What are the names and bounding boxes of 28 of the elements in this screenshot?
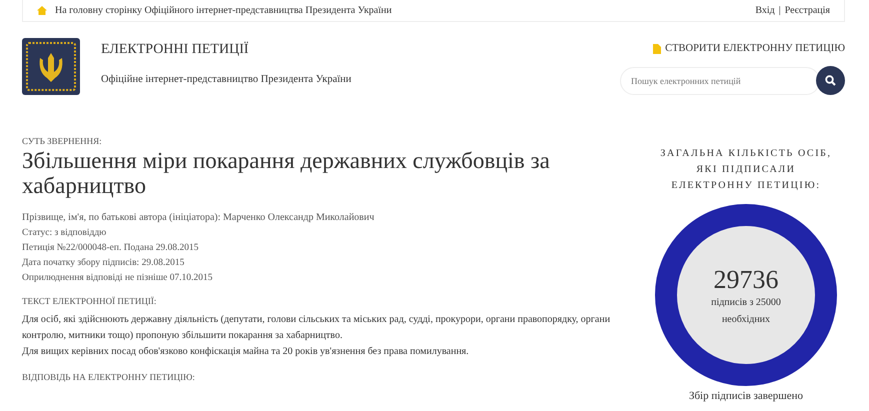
petition-detail: Петиція №22/000048-еп. Подана 29.08.2015 bbox=[22, 242, 200, 254]
site-title: ЕЛЕКТРОННІ ПЕТИЦІЇ bbox=[101, 42, 250, 58]
search-button[interactable] bbox=[816, 66, 845, 95]
petition-text: Для вищих керівних посад обов'язково конфіскація майна та 20 років ув'язнення без права помилування. bbox=[22, 345, 470, 359]
logo-icon bbox=[22, 38, 80, 95]
petition-detail: Статус: з відповіддю bbox=[22, 227, 108, 239]
search-field[interactable]: Пошук електронних петицій bbox=[620, 66, 820, 94]
home-icon bbox=[37, 6, 47, 15]
signature-caption: підписів з 25000 необхідних bbox=[710, 296, 782, 327]
signature-count: 29736 bbox=[714, 266, 778, 294]
site-subtitle: Офіційне інтернет-представництво Президента України bbox=[101, 74, 352, 85]
collection-status: Збір підписів завершено bbox=[688, 390, 804, 402]
petition-text: Для осіб, які здійснюють державну діяльність (депутати, голови сільських та міських рад, судді, прокурори, органи правопорядку, органи контролю, митники тощо) пропоную збільшити покарання за хабарництво. bbox=[22, 313, 612, 343]
search-icon bbox=[825, 75, 836, 86]
petition-detail: Прізвище, ім'я, по батькові автора (ініціатора): Марченко Олександр Миколайович bbox=[22, 212, 376, 224]
home-link[interactable]: На головну сторінку Офіційного інтернет-представництва Президента України bbox=[55, 5, 392, 16]
login-link[interactable]: Вхід bbox=[755, 5, 775, 16]
petition-detail: Дата початку збору підписів: 29.08.2015 bbox=[22, 257, 186, 269]
petition-detail: Оприлюднення відповіді не пізніше 07.10.2015 bbox=[22, 272, 214, 284]
separator: | bbox=[778, 5, 781, 16]
section-label: СУТЬ ЗВЕРНЕННЯ: bbox=[22, 136, 103, 146]
section-label: ВІДПОВІДЬ НА ЕЛЕКТРОННУ ПЕТИЦІЮ: bbox=[22, 372, 196, 382]
petition-title: Збільшення міри покарання державних службовців за хабарництво bbox=[22, 148, 551, 198]
document-icon bbox=[653, 44, 662, 54]
register-link[interactable]: Реєстрація bbox=[784, 5, 830, 16]
create-petition-link[interactable]: СТВОРИТИ ЕЛЕКТРОННУ ПЕТИЦІЮ bbox=[653, 43, 845, 54]
signatures-heading: ЗАГАЛЬНА КІЛЬКІСТЬ ОСІБ, ЯКІ ПІДПИСАЛИ ЕЛЕКТРОННУ ПЕТИЦІЮ: bbox=[659, 147, 833, 193]
section-label: ТЕКСТ ЕЛЕКТРОННОЇ ПЕТИЦІЇ: bbox=[22, 296, 158, 306]
